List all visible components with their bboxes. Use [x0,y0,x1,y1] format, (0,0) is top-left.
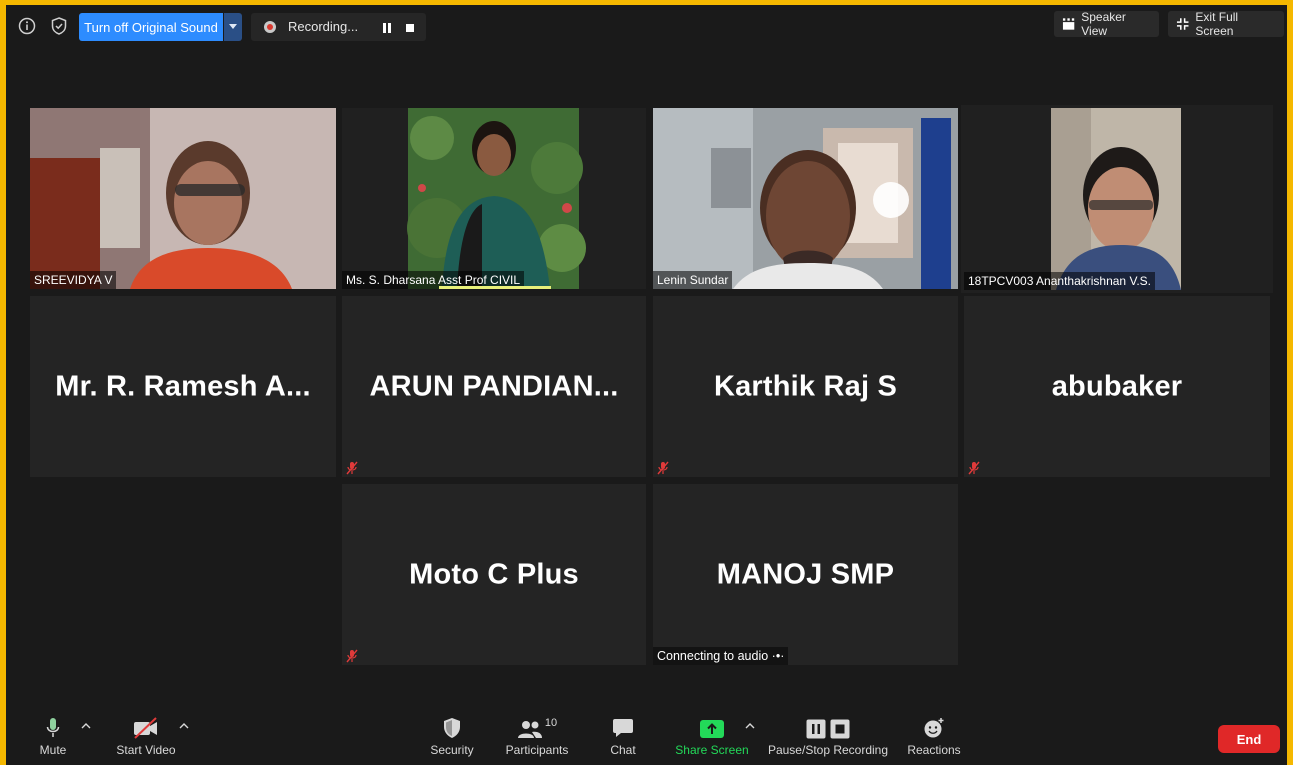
muted-mic-icon [968,461,980,475]
participant-video-tile[interactable]: Ms. S. Dharsana Asst Prof CIVIL [342,108,646,289]
share-screen-icon [700,720,724,738]
participant-name-tile[interactable]: ARUN PANDIAN... [342,296,646,477]
chat-icon [613,719,633,737]
participant-name: MANOJ SMP [716,558,895,590]
info-icon[interactable] [16,15,38,37]
participant-name: Moto C Plus [409,558,579,590]
pause-stop-recording-button[interactable]: Pause/Stop Recording [763,713,893,757]
chevron-down-icon[interactable] [224,13,242,41]
participant-name: SREEVIDYA V [30,271,117,289]
pause-icon [806,719,826,739]
participants-count: 10 [544,717,558,729]
start-video-label: Start Video [116,743,176,757]
recording-status: Recording... [288,19,359,34]
participant-name-tile[interactable]: Mr. R. Ramesh A... [30,296,336,477]
participant-name-tile[interactable]: Moto C Plus [342,484,646,665]
stop-icon[interactable] [404,21,416,33]
chevron-up-icon[interactable] [744,721,756,731]
pause-stop-recording-label: Pause/Stop Recording [767,743,889,757]
participant-name: ARUN PANDIAN... [369,370,619,402]
meeting-window: Turn off Original Sound Recording... Spe… [6,5,1287,765]
participant-video-feed [30,108,336,289]
recording-indicator: Recording... [251,13,426,41]
participant-name: Karthik Raj S [713,370,898,402]
pause-icon[interactable] [381,21,393,33]
participant-name: 18TPCV003 Ananthakrishnan V.S. [964,272,1156,290]
share-screen-button[interactable]: Share Screen [657,713,767,757]
muted-mic-icon [346,649,358,663]
participant-video-feed [961,105,1273,293]
participant-name: Mr. R. Ramesh A... [55,370,311,402]
exit-fullscreen-button[interactable]: Exit Full Screen [1168,10,1284,38]
video-off-icon [134,717,157,739]
shield-icon[interactable] [48,15,70,37]
speaking-indicator [439,286,551,289]
muted-mic-icon [346,461,358,475]
muted-mic-icon [657,461,669,475]
speaker-view-icon [1062,18,1075,30]
chevron-up-icon[interactable] [178,721,190,731]
participant-video-tile[interactable]: SREEVIDYA V [30,108,336,289]
participant-name-tile[interactable]: MANOJ SMP Connecting to audio ·•· [653,484,958,665]
participant-video-feed [653,108,958,289]
exit-fullscreen-icon [1176,18,1189,30]
stop-icon [830,719,850,739]
start-video-button[interactable]: Start Video [91,713,201,757]
participant-name-tile[interactable]: abubaker [964,296,1270,477]
original-sound-button[interactable]: Turn off Original Sound [79,13,223,41]
share-screen-label: Share Screen [675,743,749,757]
speaker-view-button[interactable]: Speaker View [1054,10,1159,38]
audio-connecting-status: Connecting to audio ·•· [653,647,789,665]
participant-video-feed [342,108,646,289]
participants-icon [517,721,542,738]
reactions-label: Reactions [907,743,961,757]
microphone-icon [46,718,60,737]
participant-video-tile[interactable]: Lenin Sundar [653,108,958,289]
exit-fullscreen-label: Exit Full Screen [1195,10,1239,38]
participant-name: abubaker [1051,370,1183,402]
reactions-emoji-icon [924,718,944,738]
speaker-view-label: Speaker View [1081,10,1126,38]
end-meeting-button[interactable]: End [1218,725,1280,753]
reactions-button[interactable]: Reactions [879,713,989,757]
participant-video-tile-active[interactable]: 18TPCV003 Ananthakrishnan V.S. [961,105,1273,293]
security-shield-icon [444,718,460,738]
participant-name-tile[interactable]: Karthik Raj S [653,296,958,477]
record-dot-icon [264,21,276,33]
participant-name: Lenin Sundar [653,271,733,289]
